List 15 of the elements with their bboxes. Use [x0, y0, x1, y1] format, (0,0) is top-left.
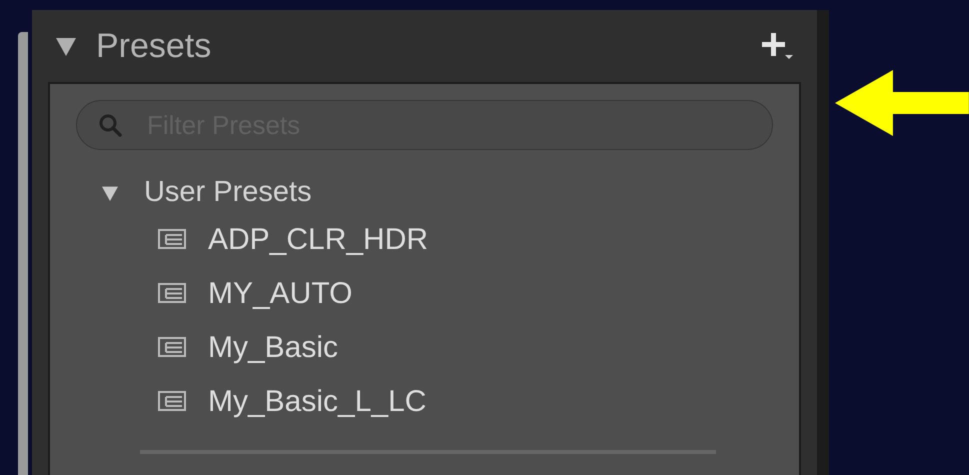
- preset-item[interactable]: MY_AUTO: [208, 270, 352, 316]
- preset-icon: [158, 283, 186, 303]
- preset-icon: [158, 337, 186, 357]
- folder-triangle-icon[interactable]: [102, 185, 118, 201]
- pointer-arrow-icon: [835, 70, 969, 136]
- add-preset-icon[interactable]: [761, 31, 796, 61]
- preset-item[interactable]: My_Basic_L_LC: [208, 378, 426, 424]
- search-icon: [98, 113, 122, 137]
- preset-icon: [158, 229, 186, 249]
- preset-item[interactable]: ADP_CLR_HDR: [208, 216, 428, 262]
- panel-title: Presets: [96, 26, 212, 66]
- preset-item[interactable]: My_Basic: [208, 324, 338, 370]
- preset-icon: [158, 391, 186, 411]
- preset-folder[interactable]: User Presets: [144, 171, 312, 215]
- collapse-triangle-icon[interactable]: [56, 36, 76, 56]
